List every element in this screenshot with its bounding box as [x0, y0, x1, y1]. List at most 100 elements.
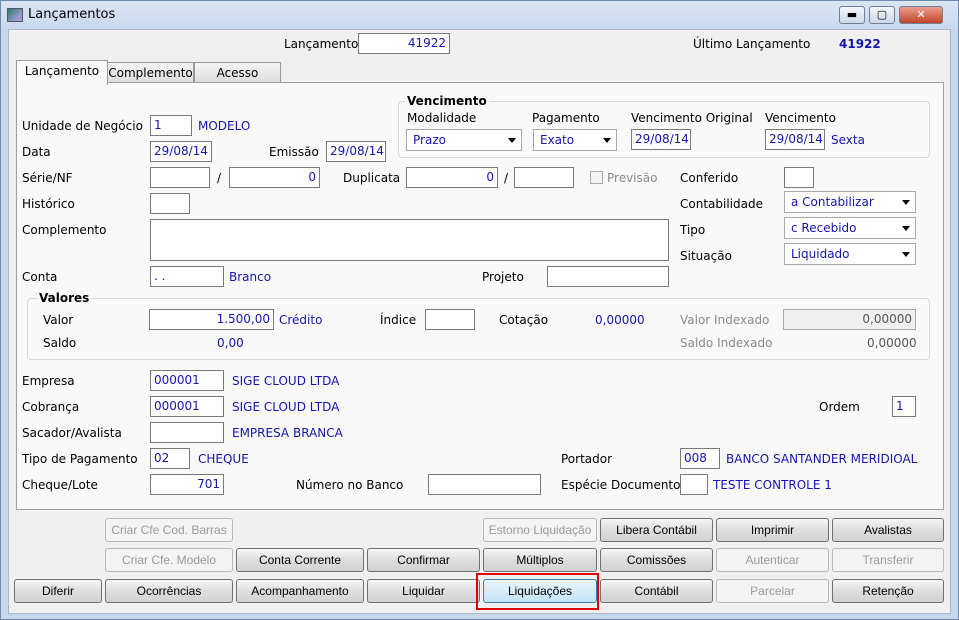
numero-banco-field[interactable]: [428, 474, 541, 495]
diferir-button[interactable]: Diferir: [14, 579, 102, 603]
complemento-label: Complemento: [22, 223, 107, 237]
libera-contabil-button[interactable]: Libera Contábil: [600, 518, 713, 542]
sacador-field[interactable]: [150, 422, 224, 443]
empresa-label: Empresa: [22, 374, 75, 388]
tipo-label: Tipo: [680, 223, 706, 237]
tab-complemento[interactable]: Complemento: [107, 62, 194, 84]
transferir-button[interactable]: Transferir: [832, 548, 944, 572]
criar-cfe-modelo-button[interactable]: Criar Cfe. Modelo: [105, 548, 233, 572]
unidade-desc: MODELO: [198, 119, 251, 133]
conferido-label: Conferido: [680, 171, 739, 185]
previsao-label: Previsão: [607, 171, 658, 185]
duplicata-field[interactable]: 0: [406, 167, 498, 188]
empresa-field[interactable]: 000001: [150, 370, 224, 391]
criar-cfe-cod-barras-button[interactable]: Criar Cfe Cod. Barras: [105, 518, 233, 542]
situacao-label: Situação: [680, 249, 732, 263]
vencimento-original-field[interactable]: 29/08/14: [631, 129, 691, 150]
nf-separator: /: [217, 171, 222, 185]
tipo-select[interactable]: c Recebido: [784, 217, 916, 239]
emissao-field[interactable]: 29/08/14: [326, 141, 386, 162]
maximize-button[interactable]: ▢: [869, 6, 895, 24]
avalistas-button[interactable]: Avalistas: [832, 518, 944, 542]
unidade-label: Unidade de Negócio: [22, 119, 143, 133]
conta-desc: Branco: [229, 270, 272, 284]
contabil-button[interactable]: Contábil: [600, 579, 713, 603]
ocorrencias-button[interactable]: Ocorrências: [105, 579, 233, 603]
tab-acesso[interactable]: Acesso: [194, 62, 281, 84]
cobranca-field[interactable]: 000001: [150, 396, 224, 417]
tab-panel: Unidade de Negócio 1 MODELO Data 29/08/1…: [16, 82, 944, 510]
vencimento-title: Vencimento: [405, 94, 489, 108]
valor-indexado-field[interactable]: 0,00000: [783, 309, 916, 330]
conta-field[interactable]: . .: [150, 266, 224, 287]
modalidade-label: Modalidade: [407, 111, 477, 125]
cheque-label: Cheque/Lote: [22, 478, 98, 492]
pagamento-value: Exato: [540, 133, 575, 147]
ordem-field[interactable]: 1: [892, 396, 916, 417]
emissao-label: Emissão: [269, 145, 319, 159]
confirmar-button[interactable]: Confirmar: [367, 548, 480, 572]
app-icon: [7, 8, 23, 22]
situacao-select[interactable]: Liquidado: [784, 243, 916, 265]
contabilidade-select[interactable]: a Contabilizar: [784, 191, 916, 213]
indice-field[interactable]: [425, 309, 475, 330]
pagamento-select[interactable]: Exato: [533, 129, 617, 151]
vencimento-field[interactable]: 29/08/14: [765, 129, 825, 150]
retencao-button[interactable]: Retenção: [832, 579, 944, 603]
window: Lançamentos ▬ ▢ ✕ Lançamento 41922 Últim…: [0, 0, 959, 620]
cobranca-label: Cobrança: [22, 400, 80, 414]
client-area: Lançamento 41922 Último Lançamento 41922…: [8, 29, 951, 614]
liquidar-button[interactable]: Liquidar: [367, 579, 480, 603]
complemento-field[interactable]: [150, 219, 669, 261]
unidade-field[interactable]: 1: [150, 115, 192, 136]
cheque-field[interactable]: 701: [150, 474, 224, 495]
historico-label: Histórico: [22, 197, 75, 211]
indice-label: Índice: [380, 313, 417, 327]
tab-lancamento[interactable]: Lançamento: [16, 60, 108, 85]
minimize-button[interactable]: ▬: [839, 6, 865, 24]
tipo-pagamento-label: Tipo de Pagamento: [22, 452, 138, 466]
vencimento-label: Vencimento: [765, 111, 836, 125]
estorno-liquidacao-button[interactable]: Estorno Liquidação: [483, 518, 597, 542]
valor-field[interactable]: 1.500,00: [149, 309, 274, 330]
duplicata-label: Duplicata: [343, 171, 401, 185]
tipo-pagamento-field[interactable]: 02: [150, 448, 190, 469]
portador-field[interactable]: 008: [680, 448, 720, 469]
projeto-field[interactable]: [547, 266, 669, 287]
multiplos-button[interactable]: Múltiplos: [483, 548, 597, 572]
comissoes-button[interactable]: Comissões: [600, 548, 713, 572]
sacador-desc: EMPRESA BRANCA: [232, 426, 343, 440]
parcelar-button[interactable]: Parcelar: [716, 579, 829, 603]
conta-label: Conta: [22, 270, 58, 284]
autenticar-button[interactable]: Autenticar: [716, 548, 829, 572]
imprimir-button[interactable]: Imprimir: [716, 518, 829, 542]
lancamento-field[interactable]: 41922: [358, 33, 450, 54]
numero-banco-label: Número no Banco: [296, 478, 404, 492]
chevron-down-icon: [603, 138, 611, 143]
previsao-checkbox[interactable]: [590, 171, 603, 184]
portador-label: Portador: [561, 452, 613, 466]
serie-field[interactable]: [150, 167, 210, 188]
situacao-value: Liquidado: [791, 247, 850, 261]
valor-indexado-label: Valor Indexado: [680, 313, 770, 327]
title-bar: Lançamentos ▬ ▢ ✕: [1, 1, 958, 29]
vencimento-original-label: Vencimento Original: [631, 111, 753, 125]
historico-field[interactable]: [150, 193, 190, 214]
modalidade-select[interactable]: Prazo: [406, 129, 522, 151]
especie-field[interactable]: [680, 474, 708, 495]
cotacao-value: 0,00000: [595, 313, 645, 327]
valor-label: Valor: [43, 313, 74, 327]
acompanhamento-button[interactable]: Acompanhamento: [236, 579, 364, 603]
data-field[interactable]: 29/08/14: [150, 141, 212, 162]
ordem-label: Ordem: [819, 400, 860, 414]
saldo-indexado-value: 0,00000: [867, 336, 917, 350]
conferido-field[interactable]: [784, 167, 814, 188]
duplicata2-field[interactable]: [514, 167, 574, 188]
empresa-desc: SIGE CLOUD LTDA: [232, 374, 340, 388]
close-button[interactable]: ✕: [899, 6, 943, 24]
conta-corrente-button[interactable]: Conta Corrente: [236, 548, 364, 572]
nf-field[interactable]: 0: [229, 167, 320, 188]
duplicata-separator: /: [504, 171, 509, 185]
valor-tipo: Crédito: [279, 313, 323, 327]
data-label: Data: [22, 145, 51, 159]
